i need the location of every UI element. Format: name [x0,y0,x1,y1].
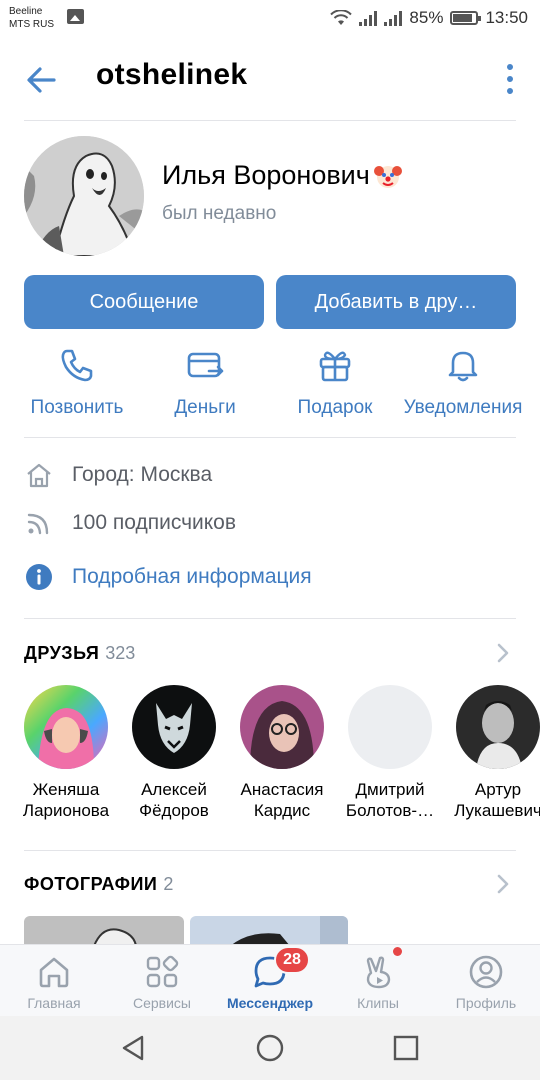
info-city-row: Город: Москва [24,460,212,490]
quick-actions: Позвонить Деньги Подарок Уведомления [0,345,540,425]
user-name-text: Илья Воронович [162,160,370,190]
followers-text: 100 подписчиков [72,511,237,534]
system-navigation-bar [0,1016,540,1080]
tab-services[interactable]: Сервисы [112,953,212,1011]
friend-item[interactable]: Алексей Фёдоров [119,685,229,821]
friend-avatar-placeholder [348,685,432,769]
home-icon [27,463,51,488]
tab-services-label: Сервисы [132,995,191,1011]
photo-thumbnail[interactable] [24,916,184,946]
chevron-right-icon[interactable] [496,873,510,895]
nav-recents-icon[interactable] [390,1032,422,1064]
battery-percent: 85% [409,8,444,27]
friend-avatar [132,685,216,769]
phone-icon [61,349,93,382]
action-money-label: Деньги [174,397,236,418]
clown-emoji-icon [373,165,402,188]
tab-messenger-label: Мессенджер [226,995,314,1011]
clips-new-dot [393,947,402,956]
friend-avatar [240,685,324,769]
wifi-icon [330,10,353,25]
divider [24,437,516,438]
carrier-2: MTS RUS [9,19,54,30]
chevron-right-icon[interactable] [496,642,510,664]
tab-clips[interactable]: Клипы [328,953,428,1011]
action-money[interactable]: Деньги [152,345,258,419]
friend-avatar [456,685,540,769]
nav-home-icon[interactable] [254,1032,286,1064]
action-gift[interactable]: Подарок [282,345,388,419]
info-details-row[interactable]: Подробная информация [24,562,312,592]
city-text: Город: Москва [72,463,213,486]
friend-item[interactable]: Дмитрий Болотов-… [335,685,445,821]
info-followers-row[interactable]: 100 подписчиков [24,508,236,538]
profile-avatar[interactable] [24,136,144,256]
friend-name: Анастасия Кардис [240,780,324,820]
photos-count: 2 [163,874,174,894]
rss-followers-icon [27,513,49,535]
divider [24,618,516,619]
tab-home-label: Главная [27,995,81,1011]
info-icon [26,564,52,590]
tab-home[interactable]: Главная [4,953,104,1011]
screen-name: otshelinek [96,58,248,91]
tab-clips-label: Клипы [357,995,399,1011]
photo-thumbnail[interactable] [190,916,348,946]
action-gift-label: Подарок [297,397,373,418]
services-grid-icon [146,955,179,988]
friend-item[interactable]: Женяша Ларионова [11,685,121,821]
friend-name: Артур Лукашевич [454,780,540,820]
signal-1-icon [359,10,378,26]
divider [24,850,516,851]
friend-name: Дмитрий Болотов-… [345,780,435,820]
friends-count: 323 [105,643,136,663]
friend-name: Женяша Ларионова [22,780,110,820]
message-button[interactable]: Сообщение [24,275,264,329]
tab-profile[interactable]: Профиль [436,953,536,1011]
status-icons: 85% 13:50 [330,7,528,29]
details-link: Подробная информация [72,565,312,588]
user-full-name: Илья Воронович [162,160,402,191]
friends-title: ДРУЗЬЯ [24,643,100,663]
top-app-bar: otshelinek [0,38,540,120]
status-bar: Beeline MTS RUS 85% 13:50 [0,0,540,38]
back-arrow-icon[interactable] [22,60,62,100]
friend-avatar [24,685,108,769]
money-card-icon [187,352,224,378]
friends-header[interactable]: ДРУЗЬЯ 323 [24,643,135,664]
profile-icon [469,955,503,989]
carrier-info: Beeline MTS RUS [9,5,54,31]
online-status: был недавно [162,203,277,224]
home-icon [39,957,69,988]
gallery-notification-icon [67,9,84,24]
bell-icon [448,351,478,382]
tab-profile-label: Профиль [455,995,517,1011]
friend-item[interactable]: Артур Лукашевич [443,685,540,821]
gift-icon [319,351,351,382]
friend-item[interactable]: Анастасия Кардис [227,685,337,821]
divider [24,120,516,121]
more-options-icon[interactable] [502,64,518,94]
messenger-unread-badge: 28 [274,946,310,974]
clock: 13:50 [485,8,528,27]
action-call-label: Позвонить [30,397,124,418]
photos-header[interactable]: ФОТОГРАФИИ 2 [24,874,173,895]
friend-name: Алексей Фёдоров [139,780,209,820]
action-notifications-label: Уведомления [403,397,523,418]
carrier-1: Beeline [9,6,43,17]
photos-title: ФОТОГРАФИИ [24,874,158,894]
action-notifications[interactable]: Уведомления [398,345,528,419]
ghost-drawing-image [24,136,144,256]
clips-icon [366,956,391,989]
bottom-tab-bar: Главная Сервисы Мессенджер Клипы Профиль [0,944,540,1016]
signal-2-icon [384,10,403,26]
action-call[interactable]: Позвонить [14,345,140,419]
add-friend-button[interactable]: Добавить в дру… [276,275,516,329]
battery-icon [450,11,482,25]
nav-back-icon[interactable] [118,1032,150,1064]
